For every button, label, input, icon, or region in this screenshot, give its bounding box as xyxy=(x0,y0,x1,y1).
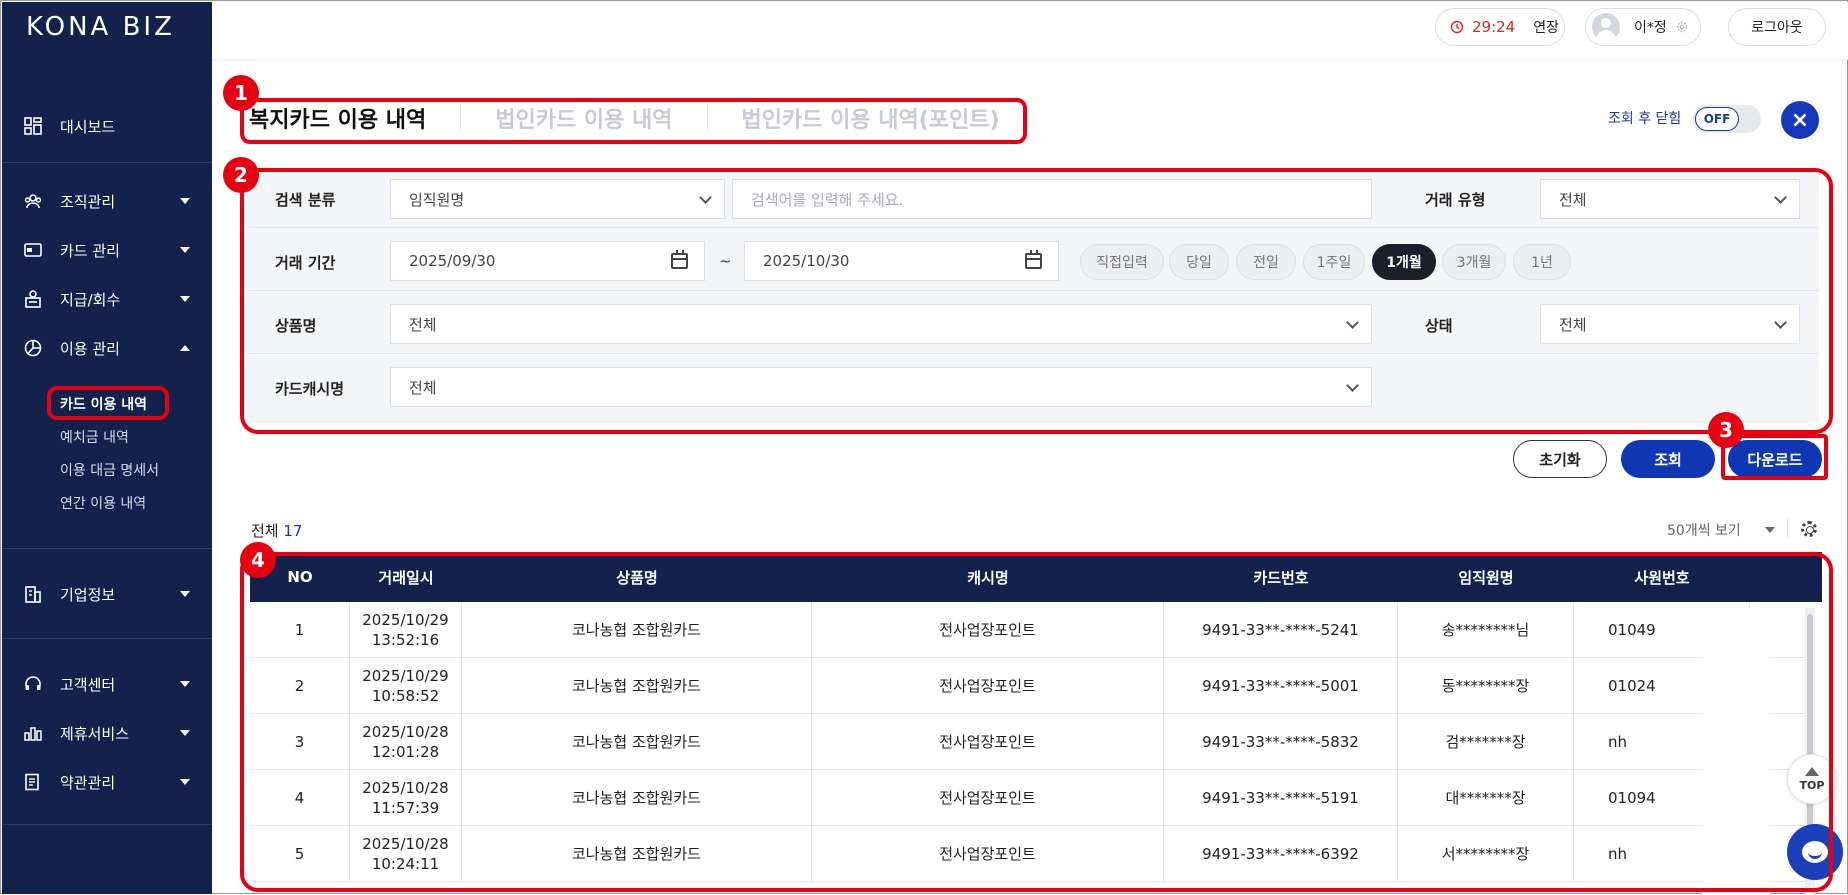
close-after-search-label: 조회 후 닫힘 xyxy=(1608,111,1682,127)
sidebar-item-label: 제휴서비스 xyxy=(60,724,130,743)
sidebar-item-dashboard[interactable]: 대시보드 xyxy=(2,106,212,146)
annotation-number-2: 2 xyxy=(223,157,259,193)
usage-chart-icon xyxy=(24,339,42,357)
sidebar-item-label: 약관관리 xyxy=(60,773,116,792)
annotation-box-1 xyxy=(240,98,1027,144)
annotation-number-1: 1 xyxy=(223,75,259,111)
annotation-number-3: 3 xyxy=(1708,412,1744,448)
search-button[interactable]: 조회 xyxy=(1621,440,1715,478)
sidebar-item-label: 고객센터 xyxy=(60,675,116,694)
chevron-down-icon xyxy=(180,591,190,597)
card-icon xyxy=(24,243,42,257)
session-time: 29:24 xyxy=(1472,18,1516,36)
user-profile[interactable]: 이*정 xyxy=(1585,8,1701,46)
top-header: 29:24 연장 이*정 로그아웃 xyxy=(212,2,1848,60)
chevron-down-icon xyxy=(180,198,190,204)
sidebar-item-usage-management[interactable]: 이용 관리 xyxy=(2,328,212,368)
total-label: 전체 xyxy=(251,522,279,540)
dashboard-icon xyxy=(24,117,42,135)
clock-icon xyxy=(1450,20,1464,34)
chevron-up-icon xyxy=(180,345,190,351)
sidebar-item-label: 카드 관리 xyxy=(60,241,120,260)
sidebar-item-label: 기업정보 xyxy=(60,585,116,604)
app-frame: KONA BIZ 대시보드 조직관리 카드 관리 지급/회수 이용 관리 카드 … xyxy=(0,0,1848,895)
session-timer: 29:24 연장 xyxy=(1435,8,1565,46)
sidebar-item-label: 지급/회수 xyxy=(60,290,121,309)
avatar xyxy=(1592,13,1620,41)
sidebar-subitem-statement[interactable]: 이용 대금 명세서 xyxy=(60,460,159,480)
organization-icon xyxy=(24,194,42,209)
sidebar-subitem-annual-usage[interactable]: 연간 이용 내역 xyxy=(60,493,146,513)
annotation-box-sidebar xyxy=(47,386,169,420)
sidebar: KONA BIZ 대시보드 조직관리 카드 관리 지급/회수 이용 관리 카드 … xyxy=(2,2,212,894)
headset-icon xyxy=(25,676,41,690)
close-button[interactable]: × xyxy=(1781,101,1819,139)
page-size-select[interactable]: 50개씩 보기 xyxy=(1667,520,1741,540)
total-number: 17 xyxy=(283,522,303,540)
annotation-box-2 xyxy=(240,168,1833,434)
chevron-down-icon xyxy=(180,681,190,687)
chevron-down-icon xyxy=(180,296,190,302)
chevron-down-icon xyxy=(180,247,190,253)
toggle-state: OFF xyxy=(1695,107,1739,131)
annotation-number-4: 4 xyxy=(240,542,276,578)
sidebar-item-label: 대시보드 xyxy=(60,117,116,136)
document-icon xyxy=(25,773,39,791)
chevron-down-icon xyxy=(180,779,190,785)
sidebar-item-label: 이용 관리 xyxy=(60,339,120,358)
sidebar-item-payment[interactable]: 지급/회수 xyxy=(2,279,212,319)
sidebar-item-label: 조직관리 xyxy=(60,192,116,211)
sidebar-subitem-deposit[interactable]: 예치금 내역 xyxy=(60,427,129,447)
logo: KONA BIZ xyxy=(26,12,175,42)
reset-button[interactable]: 초기화 xyxy=(1513,440,1607,478)
sidebar-item-company-info[interactable]: 기업정보 xyxy=(2,574,212,614)
close-after-search-toggle[interactable]: OFF xyxy=(1693,105,1761,133)
sidebar-item-customer-center[interactable]: 고객센터 xyxy=(2,664,212,704)
sidebar-item-terms[interactable]: 약관관리 xyxy=(2,762,212,802)
payment-icon xyxy=(25,290,41,308)
partnership-icon xyxy=(24,727,42,741)
gear-icon[interactable] xyxy=(1801,521,1817,537)
extend-session-button[interactable]: 연장 xyxy=(1533,17,1559,37)
sidebar-item-partnership[interactable]: 제휴서비스 xyxy=(2,713,212,753)
logout-button[interactable]: 로그아웃 xyxy=(1728,8,1826,46)
user-name: 이*정 xyxy=(1634,20,1667,36)
gear-icon[interactable] xyxy=(1675,20,1689,34)
annotation-box-4 xyxy=(240,552,1833,892)
sidebar-item-organization[interactable]: 조직관리 xyxy=(2,181,212,221)
chevron-down-icon xyxy=(180,730,190,736)
chevron-down-icon xyxy=(1765,527,1775,533)
sidebar-item-card-management[interactable]: 카드 관리 xyxy=(2,230,212,270)
total-count: 전체 17 xyxy=(251,520,302,541)
building-icon xyxy=(25,586,41,603)
